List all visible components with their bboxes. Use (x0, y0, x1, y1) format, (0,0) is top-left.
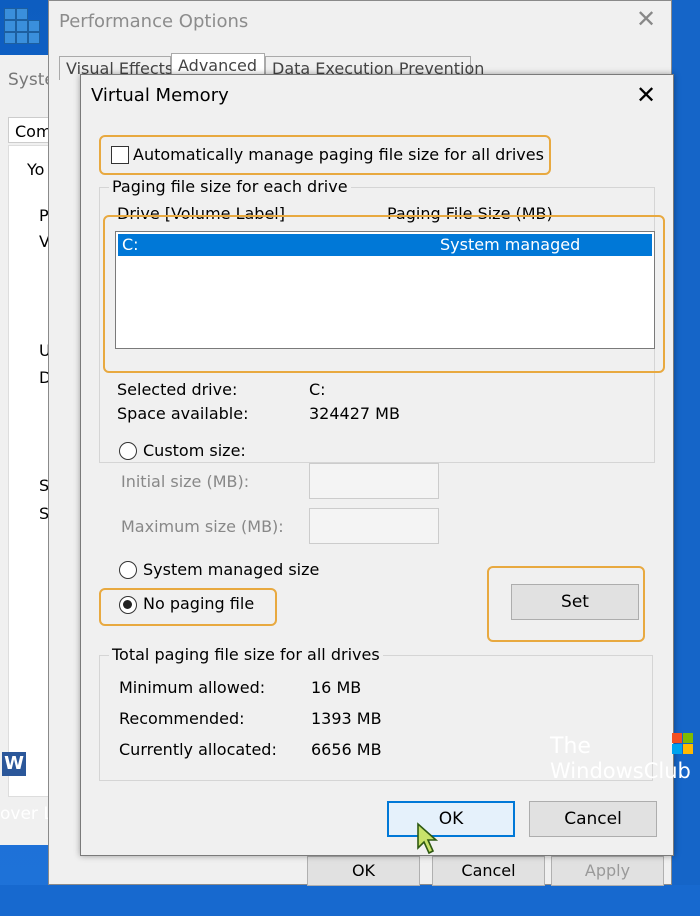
highlight-box (103, 215, 665, 373)
dialog-title: Virtual Memory (91, 85, 229, 106)
no-paging-file-radio[interactable] (119, 596, 137, 614)
initial-size-label: Initial size (MB): (121, 472, 250, 491)
ok-button[interactable]: OK (387, 801, 515, 837)
recommended-label: Recommended: (119, 709, 245, 728)
space-available-value: 324427 MB (309, 404, 400, 423)
currently-allocated-value: 6656 MB (311, 740, 382, 759)
minimum-allowed-label: Minimum allowed: (119, 678, 266, 697)
windowsclub-logo: The WindowsClub (550, 733, 694, 783)
logo-line-2: WindowsClub (550, 759, 691, 783)
currently-allocated-label: Currently allocated: (119, 740, 277, 759)
recommended-value: 1393 MB (311, 709, 382, 728)
custom-size-label: Custom size: (143, 441, 246, 460)
system-managed-label: System managed size (143, 560, 320, 579)
no-paging-file-label: No paging file (143, 594, 255, 613)
auto-manage-checkbox[interactable] (111, 146, 129, 164)
custom-size-radio[interactable] (119, 442, 137, 460)
set-button[interactable]: Set (511, 584, 639, 620)
auto-manage-label: Automatically manage paging file size fo… (133, 145, 544, 164)
logo-line-1: The (550, 734, 591, 759)
window-title: Performance Options (59, 11, 249, 32)
cancel-button[interactable]: Cancel (529, 801, 657, 837)
group-title: Total paging file size for all drives (109, 645, 383, 664)
maximum-size-label: Maximum size (MB): (121, 517, 284, 536)
space-available-label: Space available: (117, 404, 249, 423)
maximum-size-input[interactable] (309, 508, 439, 544)
apply-button[interactable]: Apply (551, 856, 664, 886)
selected-drive-value: C: (309, 380, 326, 399)
selected-drive-label: Selected drive: (117, 380, 238, 399)
minimum-allowed-value: 16 MB (311, 678, 362, 697)
initial-size-input[interactable] (309, 463, 439, 499)
ok-button[interactable]: OK (307, 856, 420, 886)
cancel-button[interactable]: Cancel (432, 856, 545, 886)
word-icon[interactable]: W (0, 752, 48, 778)
windows-logo-icon (672, 733, 694, 755)
system-icon (0, 0, 44, 50)
mouse-cursor-icon (417, 822, 439, 855)
close-icon[interactable]: ✕ (631, 81, 661, 109)
clipped-text: Yo (27, 160, 45, 179)
taskbar (0, 885, 700, 916)
group-title: Paging file size for each drive (109, 177, 351, 196)
system-managed-radio[interactable] (119, 561, 137, 579)
close-icon[interactable]: ✕ (631, 5, 661, 33)
